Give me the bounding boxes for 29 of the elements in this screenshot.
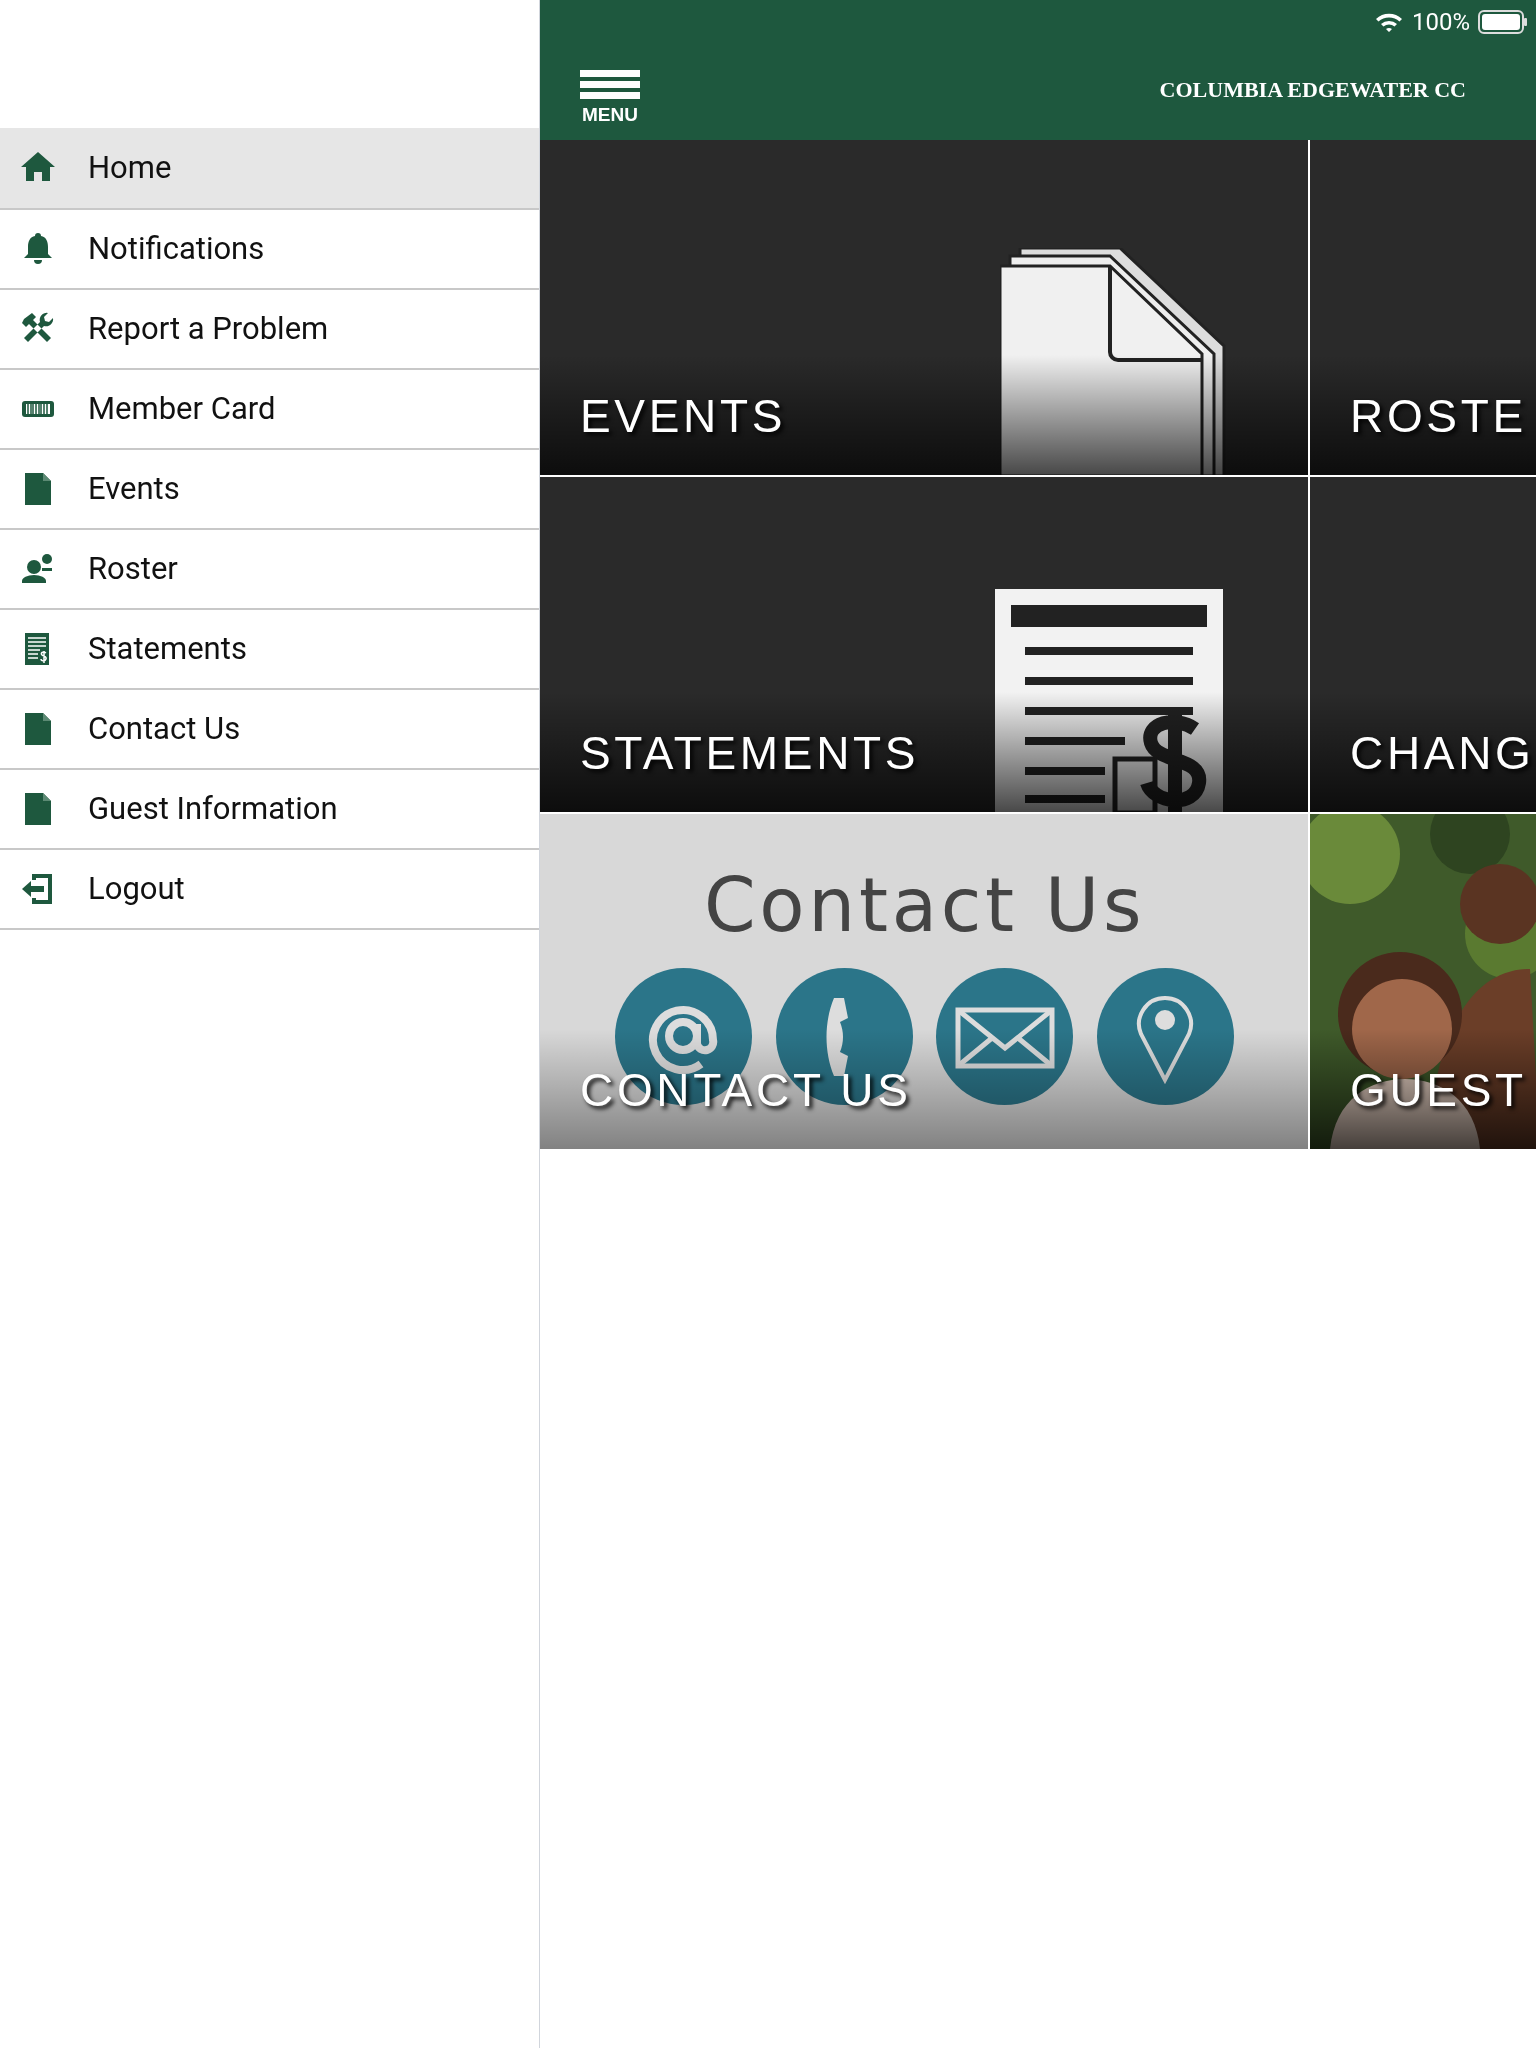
menu-item[interactable]: Home xyxy=(0,128,539,208)
menu-item[interactable]: Events xyxy=(0,448,539,528)
tile-label: CHANG xyxy=(1350,726,1535,781)
envelope-circle-icon xyxy=(936,968,1073,1105)
menu-tile[interactable]: CHANG xyxy=(1310,477,1536,812)
menu-tile[interactable]: GUEST xyxy=(1310,814,1536,1149)
menu-button[interactable]: MENU xyxy=(580,70,640,124)
battery-percent: 100% xyxy=(1411,7,1470,38)
location-pin-circle-icon xyxy=(1097,968,1234,1105)
menu-item[interactable]: Report a Problem xyxy=(0,288,539,368)
menu-item[interactable]: Notifications xyxy=(0,208,539,288)
document-stack-icon xyxy=(1000,248,1226,475)
club-title: COLUMBIA EDGEWATER CC xyxy=(1159,76,1466,104)
menu-tile[interactable]: STATEMENTS xyxy=(540,477,1308,812)
menu-item[interactable]: Logout xyxy=(0,848,539,928)
tile-label: STATEMENTS xyxy=(580,726,920,781)
menu-item[interactable]: Guest Information xyxy=(0,768,539,848)
menu-item[interactable]: Contact Us xyxy=(0,688,539,768)
menu-item[interactable]: Roster xyxy=(0,528,539,608)
battery-icon xyxy=(1478,10,1528,34)
statement-document-icon xyxy=(995,589,1225,812)
contact-heading: Contact Us xyxy=(704,861,1146,950)
menu-tile[interactable]: EVENTS xyxy=(540,140,1308,475)
tile-label: EVENTS xyxy=(580,389,787,444)
tile-label: ROSTE xyxy=(1350,389,1527,444)
menu-tile[interactable]: ROSTE xyxy=(1310,140,1536,475)
menu-item[interactable]: Statements xyxy=(0,608,539,688)
tile-label: GUEST xyxy=(1350,1063,1527,1118)
menu-item[interactable]: Member Card xyxy=(0,368,539,448)
